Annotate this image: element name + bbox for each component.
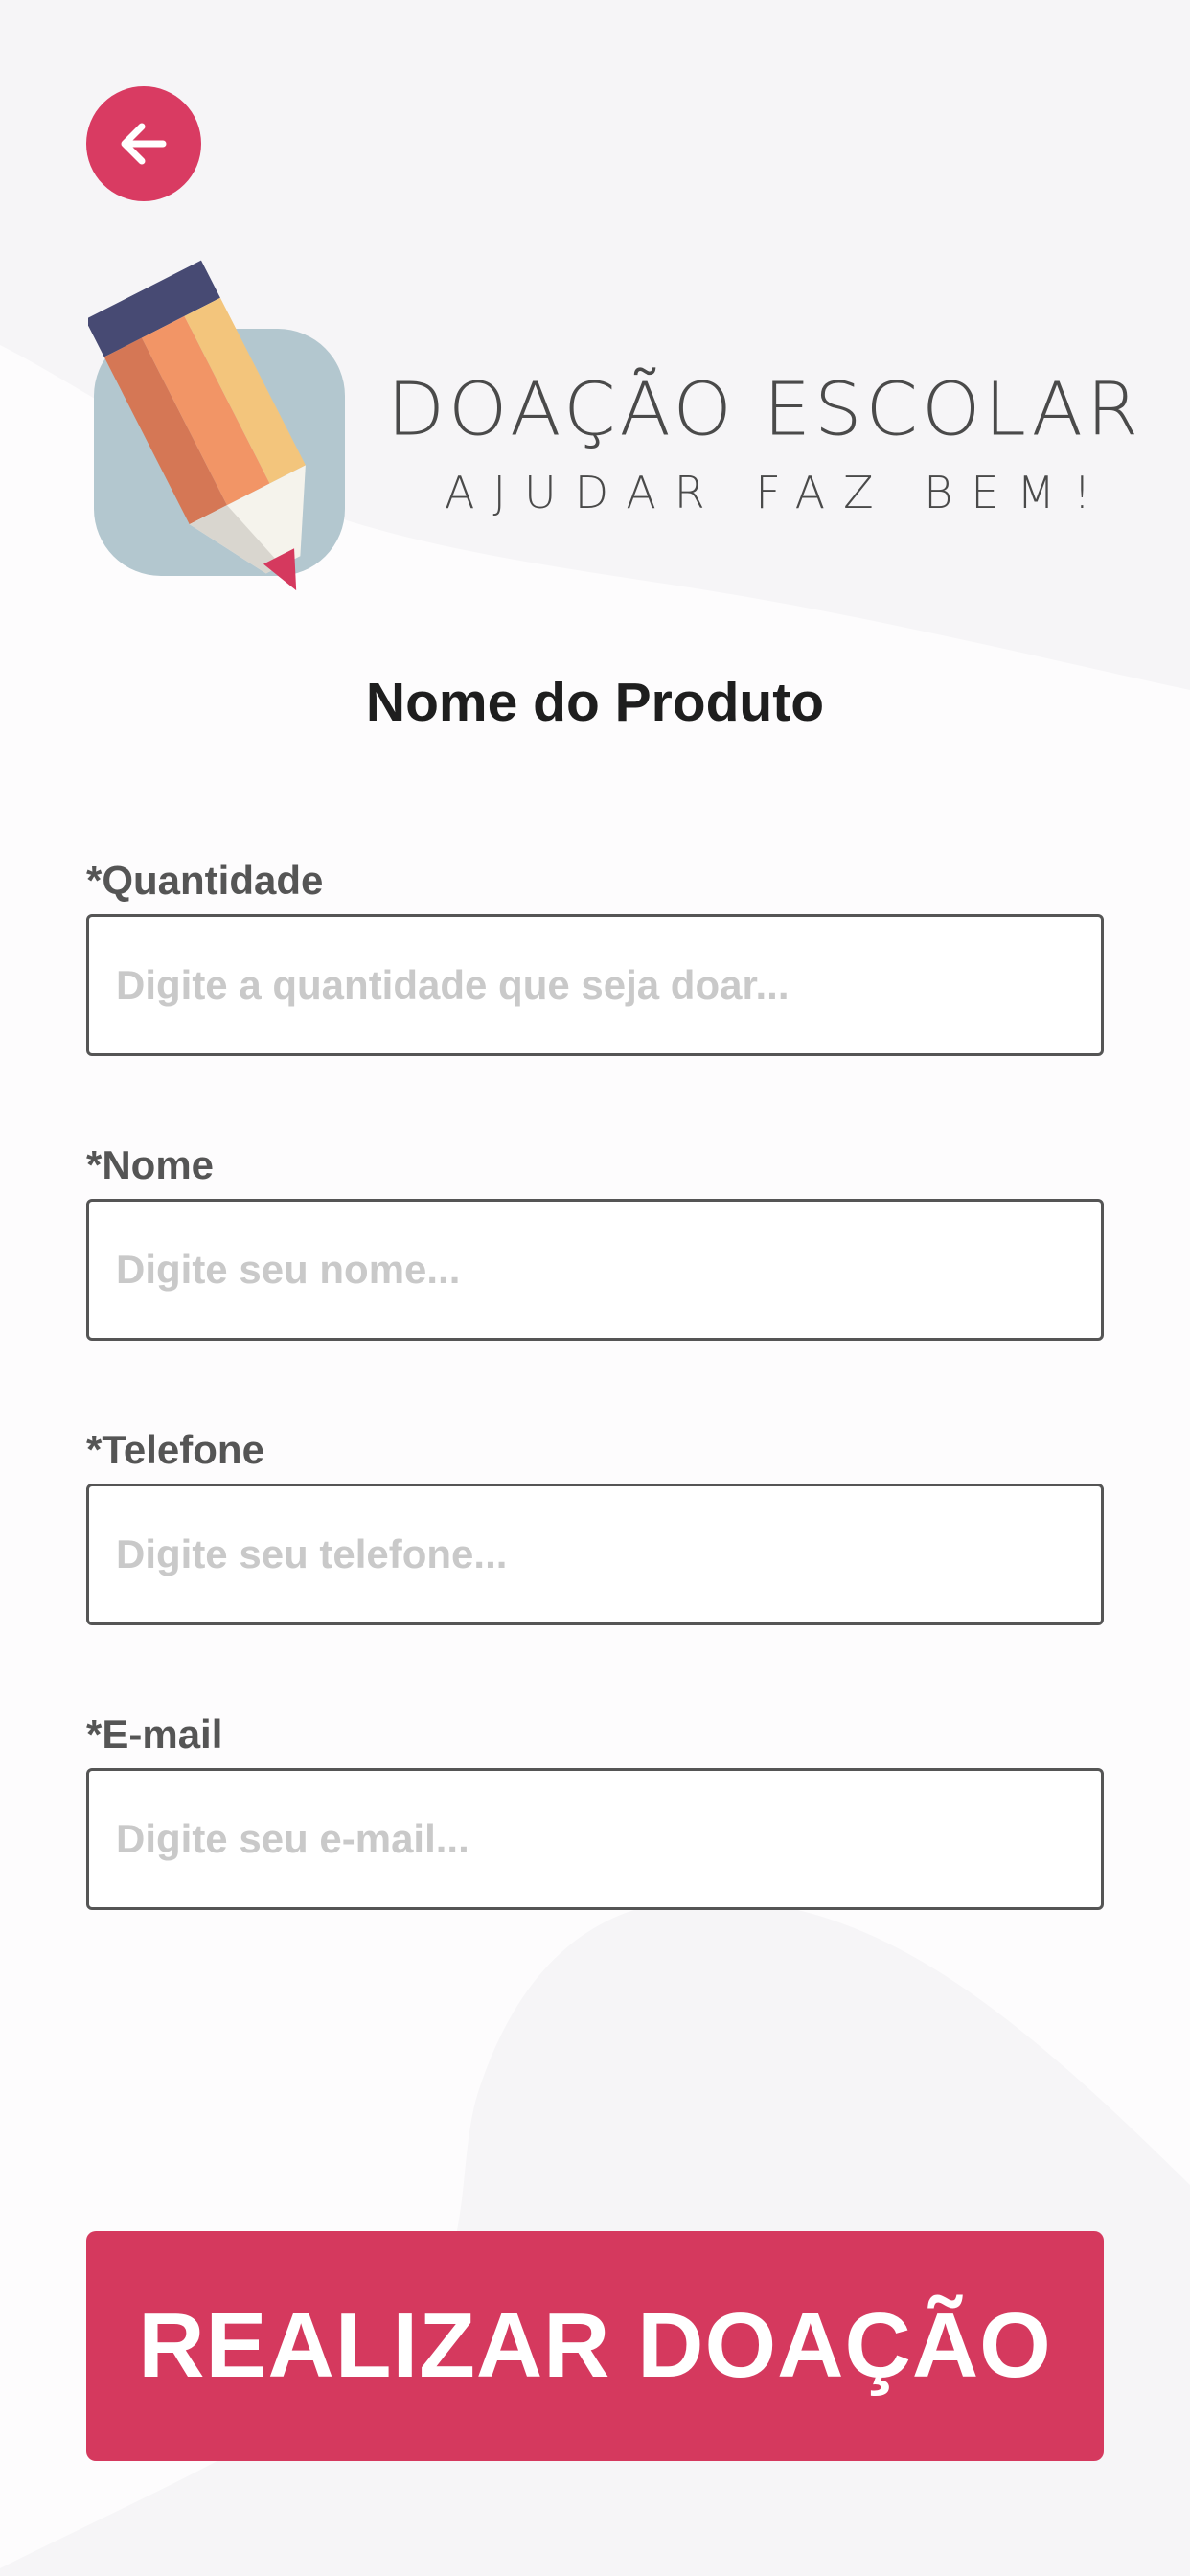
quantity-input[interactable] (89, 917, 1101, 1053)
logo-title: DOAÇÃO ESCOLAR (387, 367, 1143, 453)
submit-donation-label: REALIZAR DOAÇÃO (138, 2294, 1052, 2397)
arrow-left-icon (121, 123, 167, 165)
email-field-box (86, 1768, 1104, 1910)
phone-input[interactable] (89, 1486, 1101, 1622)
phone-field-box (86, 1484, 1104, 1625)
back-button[interactable] (86, 86, 201, 201)
pencil-icon (88, 260, 345, 591)
email-input[interactable] (89, 1771, 1101, 1907)
email-label: *E-mail (86, 1712, 223, 1757)
logo-subtitle: AJUDAR FAZ BEM! (445, 467, 1110, 518)
page-title: Nome do Produto (365, 672, 825, 733)
quantity-label: *Quantidade (86, 858, 324, 903)
quantity-field-box (86, 914, 1104, 1056)
app-logo: DOAÇÃO ESCOLAR AJUDAR FAZ BEM! (88, 254, 1138, 599)
name-field-box (86, 1199, 1104, 1341)
submit-donation-button[interactable]: REALIZAR DOAÇÃO (86, 2231, 1104, 2461)
donation-form-screen: DOAÇÃO ESCOLAR AJUDAR FAZ BEM! Nome do P… (0, 0, 1190, 2576)
name-label: *Nome (86, 1142, 215, 1187)
phone-label: *Telefone (86, 1427, 264, 1472)
name-input[interactable] (89, 1202, 1101, 1338)
